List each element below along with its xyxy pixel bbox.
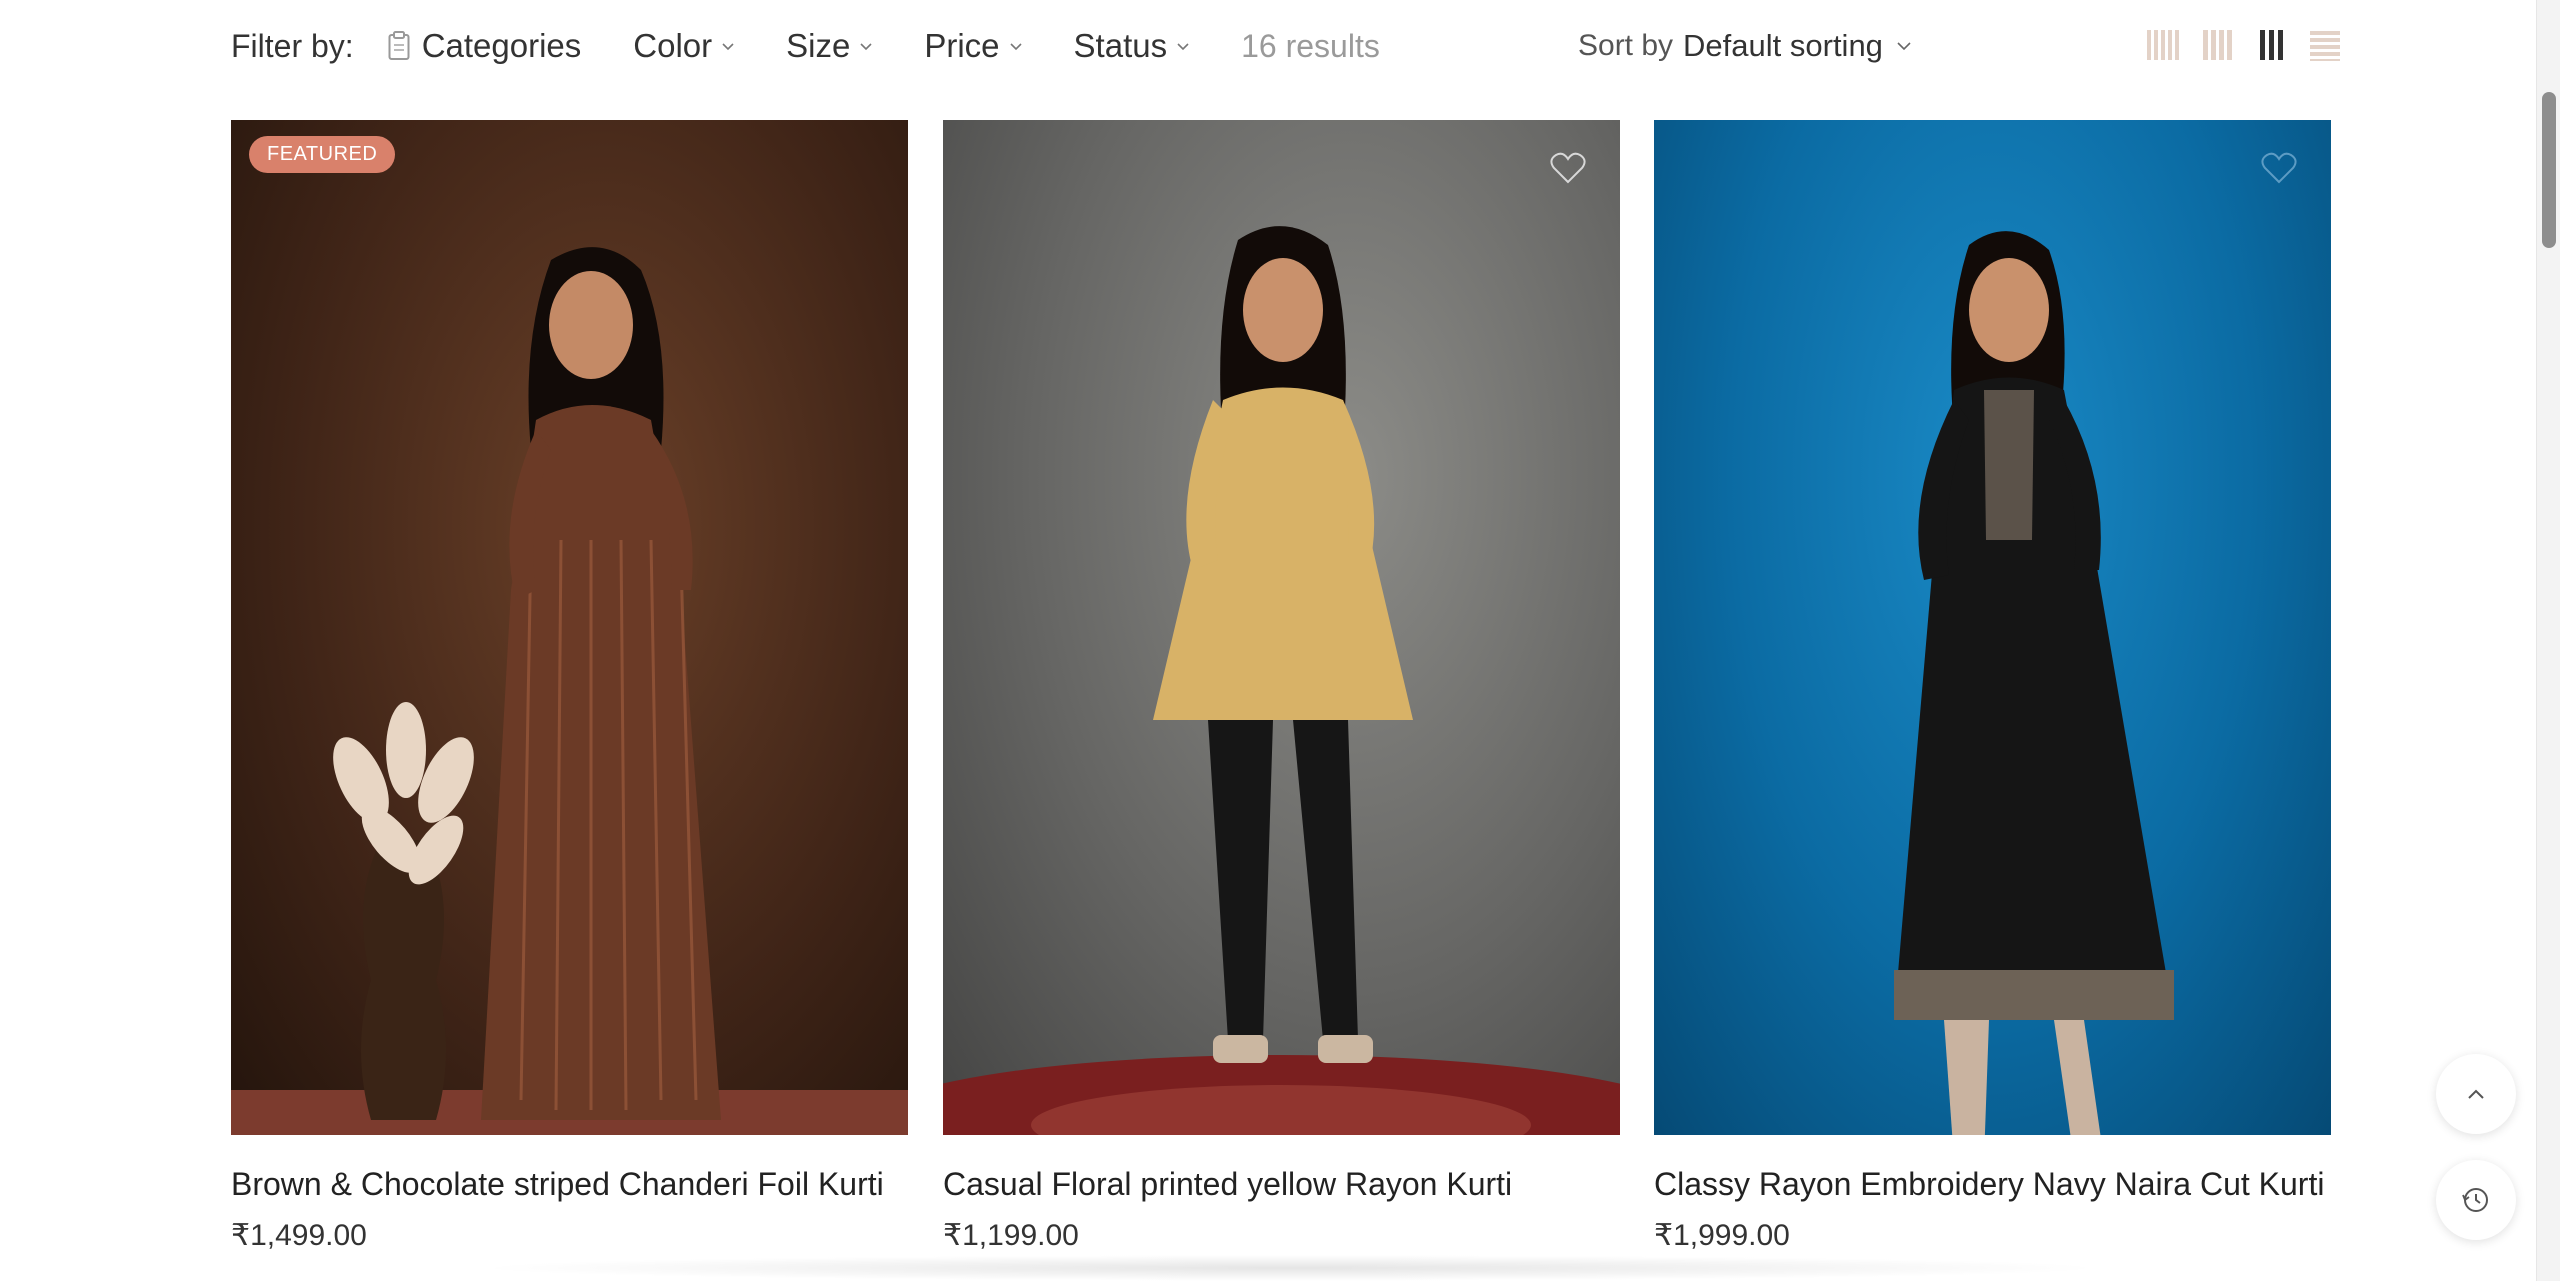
scrollbar-thumb[interactable] bbox=[2542, 92, 2556, 248]
filter-status-label: Status bbox=[1073, 27, 1168, 64]
filter-price-label: Price bbox=[924, 27, 1000, 64]
filter-color[interactable]: Color bbox=[633, 27, 734, 65]
history-clock-icon bbox=[2462, 1188, 2488, 1212]
page-scrollbar[interactable] bbox=[2536, 0, 2560, 1281]
filter-categories-label: Categories bbox=[421, 27, 582, 64]
grid-4-columns-icon[interactable] bbox=[2200, 28, 2234, 62]
product-image[interactable] bbox=[943, 120, 1620, 1135]
model-figure bbox=[943, 226, 1620, 1135]
product-price: ₹1,199.00 bbox=[943, 1219, 1079, 1252]
sort-dropdown[interactable]: Sort by Default sorting bbox=[1578, 18, 1911, 74]
filter-size-label: Size bbox=[786, 27, 851, 64]
clipboard-icon bbox=[388, 31, 410, 60]
chevron-down-icon bbox=[1897, 42, 1911, 51]
chevron-down-icon bbox=[1009, 43, 1022, 51]
wishlist-heart-icon[interactable] bbox=[1550, 152, 1586, 184]
sort-prefix: Sort by bbox=[1578, 29, 1674, 62]
wishlist-heart-icon[interactable] bbox=[2261, 152, 2297, 184]
view-mode-switcher bbox=[2126, 28, 2342, 62]
product-image[interactable]: FEATURED bbox=[231, 120, 908, 1135]
grid-3-columns-icon[interactable] bbox=[2254, 28, 2288, 62]
scroll-to-top-button[interactable] bbox=[2436, 1054, 2516, 1134]
chevron-down-icon bbox=[1177, 43, 1189, 51]
model-figure bbox=[1894, 231, 2174, 1135]
model-figure bbox=[231, 247, 908, 1135]
product-card[interactable]: Casual Floral printed yellow Rayon Kurti… bbox=[943, 120, 1620, 1252]
product-price: ₹1,999.00 bbox=[1654, 1219, 1790, 1252]
product-price: ₹1,499.00 bbox=[231, 1219, 367, 1252]
filter-bar: Filter by: Categories Color Size Price S… bbox=[231, 18, 1380, 74]
featured-badge: FEATURED bbox=[249, 136, 396, 173]
product-title[interactable]: Brown & Chocolate striped Chanderi Foil … bbox=[231, 1166, 884, 1203]
filter-color-label: Color bbox=[633, 27, 713, 64]
chevron-down-icon bbox=[722, 43, 734, 51]
recently-viewed-button[interactable] bbox=[2436, 1160, 2516, 1240]
sort-value: Default sorting bbox=[1683, 28, 1883, 63]
filter-price[interactable]: Price bbox=[924, 27, 1022, 65]
results-count: 16 results bbox=[1241, 27, 1380, 64]
product-title[interactable]: Classy Rayon Embroidery Navy Naira Cut K… bbox=[1654, 1166, 2324, 1203]
filter-size[interactable]: Size bbox=[786, 27, 872, 65]
list-view-icon[interactable] bbox=[2308, 28, 2342, 62]
chevron-up-icon bbox=[2468, 1089, 2484, 1099]
filter-categories[interactable]: Categories bbox=[388, 27, 582, 65]
product-card[interactable]: Classy Rayon Embroidery Navy Naira Cut K… bbox=[1654, 120, 2331, 1252]
product-image[interactable] bbox=[1654, 120, 2331, 1135]
filter-label: Filter by: bbox=[231, 27, 354, 64]
product-card[interactable]: FEATURED Brown & Chocolate striped Chand… bbox=[231, 120, 908, 1252]
filter-status[interactable]: Status bbox=[1074, 27, 1190, 65]
bottom-shadow bbox=[470, 1255, 2110, 1281]
chevron-down-icon bbox=[860, 43, 872, 51]
product-title[interactable]: Casual Floral printed yellow Rayon Kurti bbox=[943, 1166, 1512, 1203]
grid-5-columns-icon[interactable] bbox=[2146, 28, 2180, 62]
